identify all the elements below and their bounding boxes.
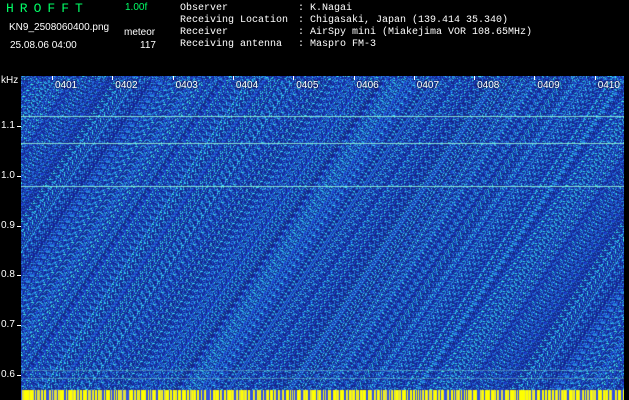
spectrogram: 0401 0402 0403 0404 0405 0406 0407 0408 0409 0410	[21, 76, 624, 400]
time-label: 0401	[55, 80, 78, 91]
y-tick-label: 0.7	[1, 319, 15, 331]
info-label: Receiver	[180, 27, 229, 38]
time-tick	[52, 76, 53, 80]
info-value: Maspro FM-3	[310, 39, 377, 50]
time-tick	[353, 76, 355, 80]
y-tick-label: 1.1	[1, 119, 15, 131]
time-label: 0408	[477, 80, 500, 91]
time-tick	[172, 76, 174, 80]
info-label: Receiving Location	[180, 15, 289, 26]
y-tick-label: 1.0	[1, 169, 15, 181]
time-label: 0410	[597, 80, 620, 91]
app-version: 1.00f	[125, 2, 148, 13]
time-label: 0406	[356, 80, 379, 91]
time-label: 0403	[175, 80, 198, 91]
info-value: Chigasaki, Japan (139.414 35.340)	[310, 15, 509, 26]
time-tick	[232, 76, 234, 80]
time-tick	[112, 76, 114, 80]
time-label: 0404	[235, 80, 259, 91]
spectrogram-canvas	[21, 76, 624, 400]
observation-datetime: 25.08.06 04:00	[10, 40, 77, 51]
y-tick-label: 0.9	[1, 219, 15, 231]
time-label: 0407	[416, 80, 440, 91]
y-tick-label: 0.8	[1, 269, 15, 281]
meteor-label: meteor	[124, 27, 156, 38]
time-tick	[474, 76, 476, 80]
time-tick	[413, 76, 415, 80]
time-tick	[594, 76, 596, 80]
y-axis-unit: kHz	[1, 75, 19, 86]
time-label: 0402	[115, 80, 138, 91]
info-label: Receiving antenna	[180, 39, 283, 50]
info-row-location: Receiving Location: Chigasaki, Japan (139…	[180, 15, 509, 26]
info-row-observer: Observer: K.Nagai	[180, 3, 353, 14]
time-label: 0405	[296, 80, 319, 91]
file-name: KN9_2508060400.png	[9, 22, 110, 33]
time-tick	[293, 76, 295, 80]
info-row-antenna: Receiving antenna: Maspro FM-3	[180, 39, 377, 50]
info-label: Observer	[180, 3, 229, 14]
info-value: K.Nagai	[310, 3, 353, 14]
info-value: AirSpy mini (Miakejima VOR 108.65MHz)	[310, 27, 533, 38]
meteor-count: 117	[140, 40, 156, 51]
info-row-receiver: Receiver: AirSpy mini (Miakejima VOR 108.…	[180, 27, 533, 38]
time-tick	[534, 76, 536, 80]
y-tick-label: 0.6	[1, 369, 15, 381]
time-label: 0409	[537, 80, 560, 91]
app-name: HROFFT	[6, 1, 89, 16]
